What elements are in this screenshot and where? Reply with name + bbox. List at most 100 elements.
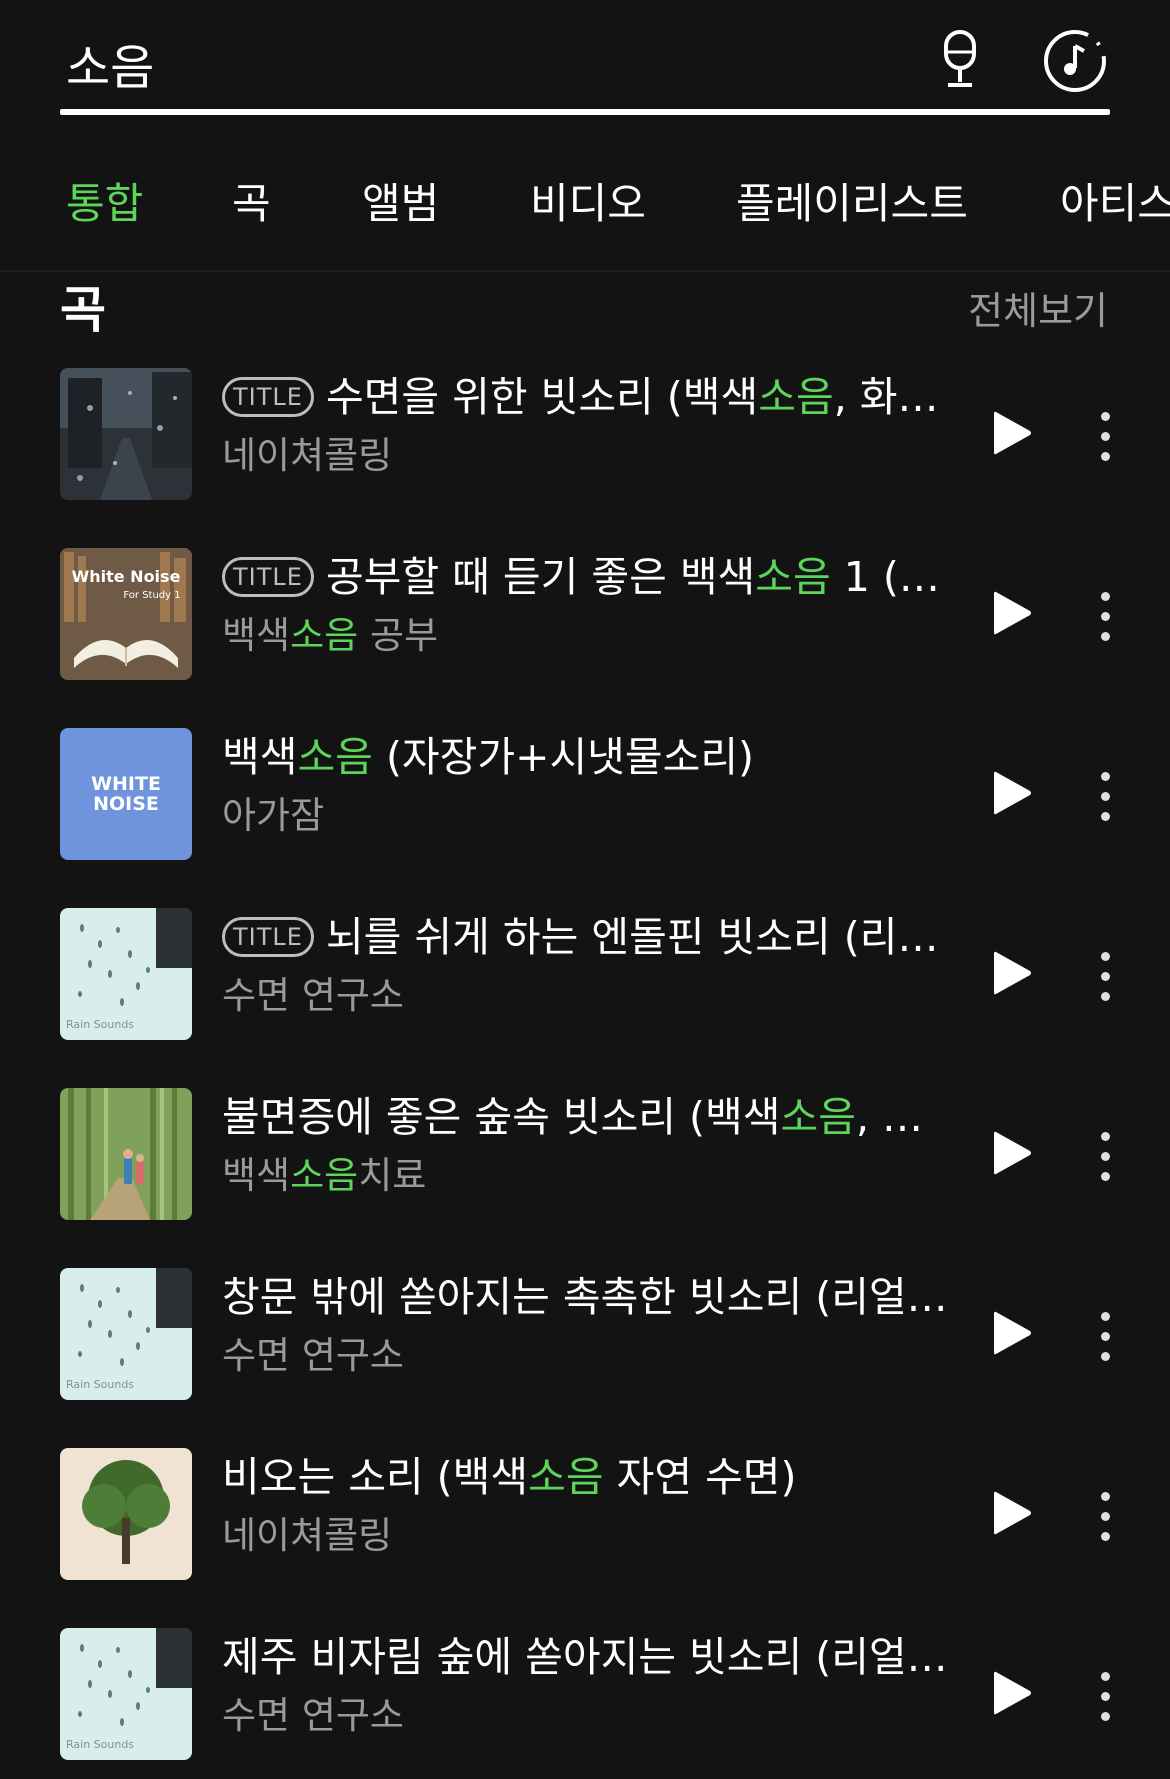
music-recognition-icon[interactable] <box>1042 28 1108 94</box>
song-title: 불면증에 좋은 숲속 빗소리 (백색소음, … <box>222 1088 962 1146</box>
song-row[interactable]: Rain Sounds TITLE 뇌를 쉬게 하는 엔돌핀 빗소리 (리… 수면 … <box>0 900 1170 1040</box>
song-title-text: 불면증에 좋은 숲속 빗소리 (백색 <box>222 1093 781 1141</box>
song-title-text: , … <box>855 1093 924 1141</box>
album-cover[interactable]: WHITE NOISE <box>60 728 192 860</box>
dot <box>1101 1132 1110 1141</box>
song-title: TITLE 수면을 위한 빗소리 (백색소음, 화… <box>222 368 962 426</box>
song-row[interactable]: White Noise For Study 1 TITLE 공부할 때 듣기 좋은… <box>0 540 1170 680</box>
song-title-text: , 화… <box>833 373 939 421</box>
search-highlight: 소음 <box>528 1453 604 1501</box>
section-title: 곡 <box>60 281 106 339</box>
song-info[interactable]: 백색소음 (자장가+시냇물소리) 아가잠 <box>222 728 962 846</box>
tab-videos[interactable]: 비디오 <box>530 170 646 231</box>
dot <box>1101 1172 1110 1181</box>
song-info[interactable]: 불면증에 좋은 숲속 빗소리 (백색소음, … 백색소음치료 <box>222 1088 962 1206</box>
artist-text: 백색 <box>222 614 291 657</box>
artist-text: 수면 연구소 <box>222 1694 404 1737</box>
play-icon[interactable] <box>990 948 1034 998</box>
album-cover[interactable]: Rain Sounds <box>60 908 192 1040</box>
song-artist: 수면 연구소 <box>222 1686 962 1746</box>
song-title-text: 비오는 소리 (백색 <box>222 1453 529 1501</box>
song-row[interactable]: WHITE NOISE 백색소음 (자장가+시냇물소리) 아가잠 <box>0 720 1170 860</box>
song-title-text: 백색 <box>222 733 298 781</box>
dot <box>1101 1492 1110 1501</box>
search-highlight: 소음 <box>290 614 359 657</box>
album-cover[interactable] <box>60 368 192 500</box>
see-all-link[interactable]: 전체보기 <box>968 280 1108 335</box>
svg-text:Rain Sounds: Rain Sounds <box>66 1738 134 1751</box>
artist-text: 아가잠 <box>222 794 325 837</box>
tab-songs[interactable]: 곡 <box>232 170 271 231</box>
search-highlight: 소음 <box>297 733 373 781</box>
song-info[interactable]: 창문 밖에 쏟아지는 촉촉한 빗소리 (리얼… 수면 연구소 <box>222 1268 962 1386</box>
artist-text: 수면 연구소 <box>222 974 404 1017</box>
song-row[interactable]: 비오는 소리 (백색소음 자연 수면) 네이쳐콜링 <box>0 1440 1170 1580</box>
artist-text: 네이쳐콜링 <box>222 434 393 477</box>
song-artist: 네이쳐콜링 <box>222 1506 962 1566</box>
more-options-icon[interactable] <box>1090 1308 1120 1364</box>
song-info[interactable]: 제주 비자림 숲에 쏟아지는 빗소리 (리얼… 수면 연구소 <box>222 1628 962 1746</box>
play-icon[interactable] <box>990 768 1034 818</box>
more-options-icon[interactable] <box>1090 768 1120 824</box>
song-row[interactable]: Rain Sounds 제주 비자림 숲에 쏟아지는 빗소리 (리얼… 수면 연구… <box>0 1620 1170 1760</box>
album-cover[interactable]: Rain Sounds <box>60 1268 192 1400</box>
song-info[interactable]: 비오는 소리 (백색소음 자연 수면) 네이쳐콜링 <box>222 1448 962 1566</box>
play-icon[interactable] <box>990 1668 1034 1718</box>
more-options-icon[interactable] <box>1090 408 1120 464</box>
dot <box>1101 1532 1110 1541</box>
song-row[interactable]: Rain Sounds 창문 밖에 쏟아지는 촉촉한 빗소리 (리얼… 수면 연구… <box>0 1260 1170 1400</box>
svg-text:White Noise: White Noise <box>72 567 181 586</box>
search-underline <box>60 109 1110 115</box>
song-artist: 네이쳐콜링 <box>222 426 962 486</box>
svg-text:WHITE: WHITE <box>91 773 161 795</box>
song-info[interactable]: TITLE 뇌를 쉬게 하는 엔돌핀 빗소리 (리… 수면 연구소 <box>222 908 962 1026</box>
dot <box>1101 592 1110 601</box>
song-row[interactable]: TITLE 수면을 위한 빗소리 (백색소음, 화… 네이쳐콜링 <box>0 360 1170 500</box>
play-icon[interactable] <box>990 1488 1034 1538</box>
play-icon[interactable] <box>990 408 1034 458</box>
song-title-text: 뇌를 쉬게 하는 엔돌핀 빗소리 (리… <box>325 913 939 961</box>
svg-text:NOISE: NOISE <box>93 793 159 815</box>
song-title: 제주 비자림 숲에 쏟아지는 빗소리 (리얼… <box>222 1628 962 1686</box>
play-icon[interactable] <box>990 588 1034 638</box>
more-options-icon[interactable] <box>1090 1488 1120 1544</box>
microphone-icon[interactable] <box>937 30 983 90</box>
album-cover[interactable]: White Noise For Study 1 <box>60 548 192 680</box>
dot <box>1101 772 1110 781</box>
song-title-text: 수면을 위한 빗소리 (백색 <box>325 373 759 421</box>
dot <box>1101 972 1110 981</box>
album-cover[interactable] <box>60 1448 192 1580</box>
dot <box>1101 432 1110 441</box>
tab-albums[interactable]: 앨범 <box>362 170 439 231</box>
search-highlight: 소음 <box>758 373 834 421</box>
more-options-icon[interactable] <box>1090 948 1120 1004</box>
search-highlight: 소음 <box>290 1154 359 1197</box>
more-options-icon[interactable] <box>1090 1668 1120 1724</box>
song-info[interactable]: TITLE 공부할 때 듣기 좋은 백색소음 1 (… 백색소음 공부 <box>222 548 962 666</box>
play-icon[interactable] <box>990 1128 1034 1178</box>
tab-all[interactable]: 통합 <box>66 170 143 231</box>
dot <box>1101 1692 1110 1701</box>
artist-text: 백색 <box>222 1154 291 1197</box>
more-options-icon[interactable] <box>1090 1128 1120 1184</box>
tab-playlists[interactable]: 플레이리스트 <box>736 170 968 231</box>
svg-text:Rain Sounds: Rain Sounds <box>66 1018 134 1031</box>
song-title: TITLE 뇌를 쉬게 하는 엔돌핀 빗소리 (리… <box>222 908 962 966</box>
dot <box>1101 812 1110 821</box>
search-input[interactable]: 소음 <box>66 28 154 98</box>
dot <box>1101 1152 1110 1161</box>
song-title-text: 공부할 때 듣기 좋은 백색 <box>325 553 756 601</box>
song-title: 비오는 소리 (백색소음 자연 수면) <box>222 1448 962 1506</box>
song-info[interactable]: TITLE 수면을 위한 빗소리 (백색소음, 화… 네이쳐콜링 <box>222 368 962 486</box>
song-row[interactable]: 불면증에 좋은 숲속 빗소리 (백색소음, … 백색소음치료 <box>0 1080 1170 1220</box>
search-highlight: 소음 <box>780 1093 856 1141</box>
tab-artists[interactable]: 아티스트 <box>1060 170 1170 231</box>
album-cover[interactable] <box>60 1088 192 1220</box>
more-options-icon[interactable] <box>1090 588 1120 644</box>
dot <box>1101 412 1110 421</box>
album-cover[interactable]: Rain Sounds <box>60 1628 192 1760</box>
play-icon[interactable] <box>990 1308 1034 1358</box>
song-artist: 백색소음치료 <box>222 1146 962 1206</box>
dot <box>1101 792 1110 801</box>
divider <box>0 270 1170 272</box>
